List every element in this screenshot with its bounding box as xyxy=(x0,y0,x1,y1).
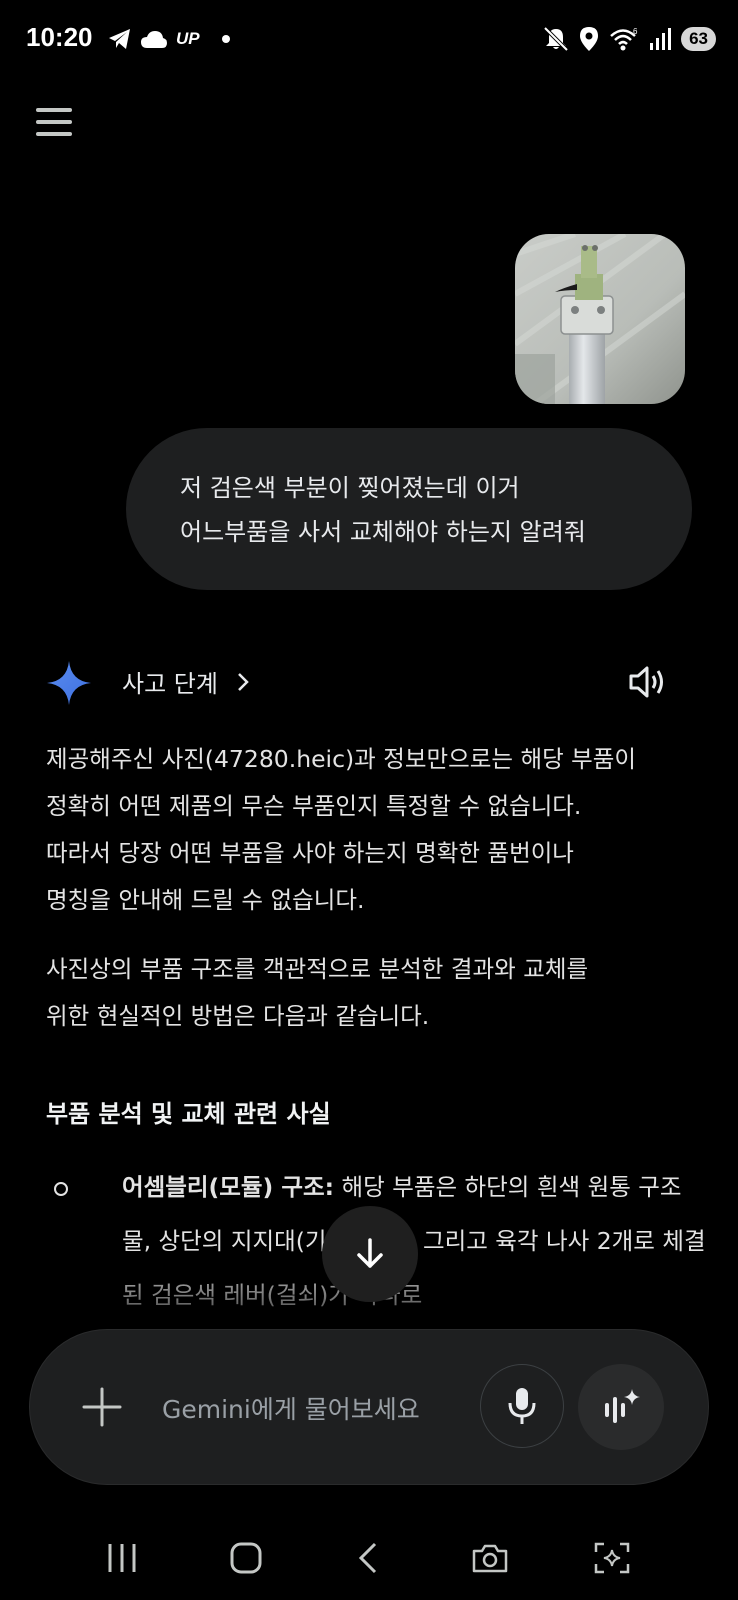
attached-photo xyxy=(515,234,685,404)
response-paragraph-1: 제공해주신 사진(47280.heic)과 정보만으로는 해당 부품이 정확히 … xyxy=(46,745,637,914)
recent-apps-button[interactable] xyxy=(100,1538,144,1578)
mic-icon xyxy=(508,1388,536,1424)
hamburger-menu-icon xyxy=(36,108,72,112)
scroll-to-bottom-button[interactable] xyxy=(322,1206,418,1302)
thinking-steps-toggle[interactable]: 사고 단계 xyxy=(122,664,250,699)
home-button[interactable] xyxy=(224,1538,268,1578)
signal-icon xyxy=(650,28,672,50)
wifi-icon: 6 xyxy=(610,27,638,51)
chevron-right-icon xyxy=(238,672,249,691)
prompt-input[interactable]: Gemini에게 물어보세요 xyxy=(162,1390,420,1426)
plus-icon[interactable] xyxy=(80,1385,124,1429)
status-bar: 10:20 UP 6 63 xyxy=(0,0,738,84)
user-attached-image[interactable] xyxy=(515,234,685,404)
notification-dot-icon xyxy=(221,35,230,43)
speaker-icon[interactable] xyxy=(628,664,668,700)
cloud-icon xyxy=(141,31,167,48)
mute-icon xyxy=(543,26,569,52)
user-message-bubble: 저 검은색 부분이 찢어졌는데 이거 어느부품을 사서 교체해야 하는지 알려줘 xyxy=(126,428,692,590)
battery-level: 63 xyxy=(681,27,716,51)
mic-button[interactable] xyxy=(480,1364,564,1448)
live-mode-button[interactable] xyxy=(578,1364,664,1450)
live-waveform-icon xyxy=(605,1389,640,1423)
up-label: UP xyxy=(176,29,200,48)
thinking-label: 사고 단계 xyxy=(122,670,218,698)
status-system-icons: 6 63 xyxy=(543,26,716,52)
arrow-down-icon xyxy=(357,1238,383,1268)
bullet-title: 어셈블리(모듈) 구조: xyxy=(122,1173,335,1201)
status-time: 10:20 xyxy=(26,22,93,52)
smart-select-button[interactable] xyxy=(590,1538,634,1578)
gemini-sparkle-icon xyxy=(47,661,91,705)
bullet-circle-icon xyxy=(54,1182,68,1196)
section-heading: 부품 분석 및 교체 관련 사실 xyxy=(46,1100,331,1128)
screenshot-button[interactable] xyxy=(468,1538,512,1578)
back-button[interactable] xyxy=(346,1538,390,1578)
scan-icon xyxy=(594,1542,630,1574)
user-message-text: 저 검은색 부분이 찢어졌는데 이거 어느부품을 사서 교체해야 하는지 알려줘 xyxy=(180,474,586,546)
svg-text:6: 6 xyxy=(633,27,638,36)
system-navigation-bar xyxy=(0,1516,738,1600)
status-notification-icons: UP xyxy=(108,28,230,50)
recent-apps-icon xyxy=(108,1544,136,1572)
menu-button[interactable] xyxy=(34,108,74,140)
telegram-icon xyxy=(109,29,130,49)
prompt-input-bar: Gemini에게 물어보세요 xyxy=(30,1330,708,1484)
home-icon xyxy=(230,1542,262,1574)
camera-icon xyxy=(472,1544,508,1573)
response-paragraph-2: 사진상의 부품 구조를 객관적으로 분석한 결과와 교체를 위한 현실적인 방법… xyxy=(46,955,589,1030)
location-icon xyxy=(580,27,599,51)
back-icon xyxy=(358,1542,377,1574)
